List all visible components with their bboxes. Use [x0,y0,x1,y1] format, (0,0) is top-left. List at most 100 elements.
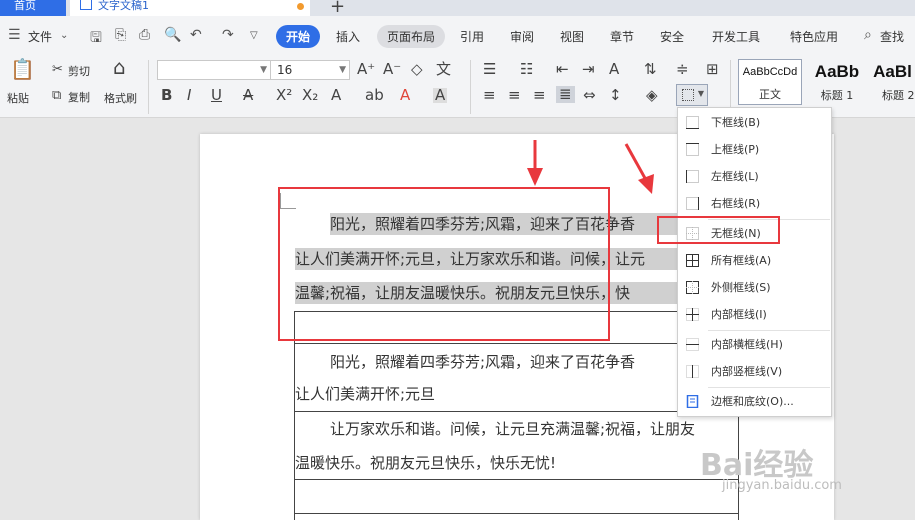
highlight-icon[interactable]: ab [365,88,384,103]
table-icon[interactable]: ⊞ [706,62,719,77]
superscript-icon[interactable]: X² [276,88,292,103]
bold-button[interactable]: B [161,88,172,103]
shading-icon[interactable]: ◈ [646,88,658,103]
numbering-icon[interactable]: ☷ [520,62,533,77]
underline-button[interactable]: U [211,88,222,103]
menu-item-label: 内部横框线(H) [711,338,783,351]
copy-button[interactable]: 复制 [68,89,90,105]
align-left-icon[interactable]: ≡ [483,88,496,103]
save-icon[interactable]: 🖫 [90,27,102,51]
menu-references[interactable]: 引用 [460,28,484,45]
menu-item-all-borders[interactable]: 所有框线(A) [678,250,831,272]
menu-item-top-border[interactable]: 上框线(P) [678,139,831,161]
menu-review[interactable]: 审阅 [510,28,534,45]
chevron-down-icon: ▼ [339,65,346,75]
inside-borders-icon [686,308,699,321]
style-heading-1[interactable]: AaBb 标题 1 [805,59,869,105]
style-normal[interactable]: AaBbCcDd 正文 [738,59,802,105]
style-heading-1-label: 标题 1 [820,89,854,102]
border-dropdown-button[interactable]: ▼ [676,84,708,106]
search-icon[interactable]: ⌕ [864,27,872,43]
new-tab-button[interactable]: + [330,0,345,17]
sort-icon[interactable]: ⇅ [644,62,657,77]
menu-view[interactable]: 视图 [560,28,584,45]
table-border [294,343,739,344]
menu-item-borders-shading[interactable]: 边框和底纹(O)... [678,391,831,413]
italic-button[interactable]: I [187,88,191,103]
redo-icon[interactable]: ↷ [222,27,234,43]
chinese-layout-icon[interactable]: A [609,62,619,77]
font-size-select[interactable]: 16 ▼ [270,60,350,80]
menu-search[interactable]: 查找 [880,28,904,45]
menu-developer[interactable]: 开发工具 [712,28,760,45]
menu-item-label: 内部框线(I) [711,308,767,321]
tab-home-label: 首页 [14,0,36,12]
subscript-icon[interactable]: X₂ [302,88,318,103]
paste-button[interactable]: 粘贴 [7,90,29,106]
menu-special[interactable]: 特色应用 [790,28,838,45]
distributed-align-icon[interactable]: ⇔ [583,88,596,103]
menu-chapter[interactable]: 章节 [610,28,634,45]
menu-insert[interactable]: 插入 [336,28,360,45]
tab-document[interactable]: 文字文稿1 [70,0,310,16]
table-cell-text[interactable]: 温暖快乐。祝朋友元旦快乐，快乐无忧! [295,452,556,474]
tab-document-label: 文字文稿1 [98,0,149,12]
line-spacing-icon[interactable]: ↕ [609,88,622,103]
table-cell-text[interactable]: 阳光，照耀着四季芬芳;风霜，迎来了百花争香 [330,351,635,373]
font-name-select[interactable]: ▼ [157,60,271,80]
bottom-border-icon [686,116,699,129]
paste-icon[interactable]: 📋 [10,59,35,79]
justify-icon[interactable]: ≣ [556,86,575,103]
menu-start[interactable]: 开始 [276,25,321,48]
align-center-icon[interactable]: ≡ [508,88,521,103]
undo-icon[interactable]: ↶ [190,27,202,43]
menu-item-outside-borders[interactable]: 外侧框线(S) [678,277,831,299]
style-heading-1-sample: AaBb [814,62,860,81]
clear-format-icon[interactable]: ◇ [411,62,423,77]
text-effect-icon[interactable]: A [331,88,341,103]
menu-layout[interactable]: 页面布局 [377,25,446,48]
print-preview-icon[interactable]: 🔍 [164,27,181,43]
border-dropdown-menu: 下框线(B) 上框线(P) 左框线(L) 右框线(R) 无框线(N) 所有框线(… [677,107,832,417]
table-border [294,411,739,412]
menu-item-label: 左框线(L) [711,170,759,183]
cut-icon[interactable]: ✂ [52,62,63,77]
top-border-icon [686,143,699,156]
chevron-down-icon[interactable]: ⌄ [60,30,68,41]
increase-indent-icon[interactable]: ⇥ [582,62,595,77]
font-color-icon[interactable]: A [400,88,410,103]
bullets-icon[interactable]: ☰ [483,62,496,77]
menu-file[interactable]: 文件 [28,28,52,45]
menu-item-inside-borders[interactable]: 内部框线(I) [678,304,831,326]
character-shading-icon[interactable]: A [433,88,448,103]
print-icon[interactable]: ⎙ [139,27,150,43]
strikethrough-icon[interactable]: A [243,88,253,103]
style-heading-2-label: 标题 2 [882,89,915,102]
customize-toolbar-icon[interactable]: ▽ [250,30,258,41]
align-right-icon[interactable]: ≡ [533,88,546,103]
cut-button[interactable]: 剪切 [68,63,90,79]
menu-item-bottom-border[interactable]: 下框线(B) [678,112,831,134]
style-normal-sample: AaBbCcDd [742,66,798,78]
format-painter-icon[interactable]: ⌂ [113,57,126,77]
inside-horizontal-border-icon [686,338,699,351]
export-icon[interactable]: ⎘ [115,27,126,43]
menu-security[interactable]: 安全 [660,28,684,45]
table-cell-text[interactable]: 让人们美满开怀;元旦 [295,383,435,405]
format-painter-button[interactable]: 格式刷 [104,90,137,106]
style-heading-2[interactable]: AaBl 标题 2 [870,59,915,105]
borders-and-shading-icon [686,395,699,408]
phonetic-guide-icon[interactable]: 文 [436,62,451,77]
table-cell-text[interactable]: 让万家欢乐和谐。问候，让元旦充满温馨;祝福，让朋友 [330,418,695,440]
grow-font-icon[interactable]: A⁺ [357,62,375,77]
copy-icon[interactable]: ⧉ [52,88,61,103]
menu-item-inside-horizontal[interactable]: 内部横框线(H) [678,334,831,356]
decrease-indent-icon[interactable]: ⇤ [556,62,569,77]
tab-home[interactable]: 首页 [0,0,66,16]
menu-item-inside-vertical[interactable]: 内部竖框线(V) [678,361,831,383]
menu-item-left-border[interactable]: 左框线(L) [678,166,831,188]
hamburger-menu-icon[interactable]: ☰ [8,27,21,43]
show-marks-icon[interactable]: ≑ [676,62,689,77]
shrink-font-icon[interactable]: A⁻ [383,62,401,77]
menu-item-right-border[interactable]: 右框线(R) [678,193,831,215]
